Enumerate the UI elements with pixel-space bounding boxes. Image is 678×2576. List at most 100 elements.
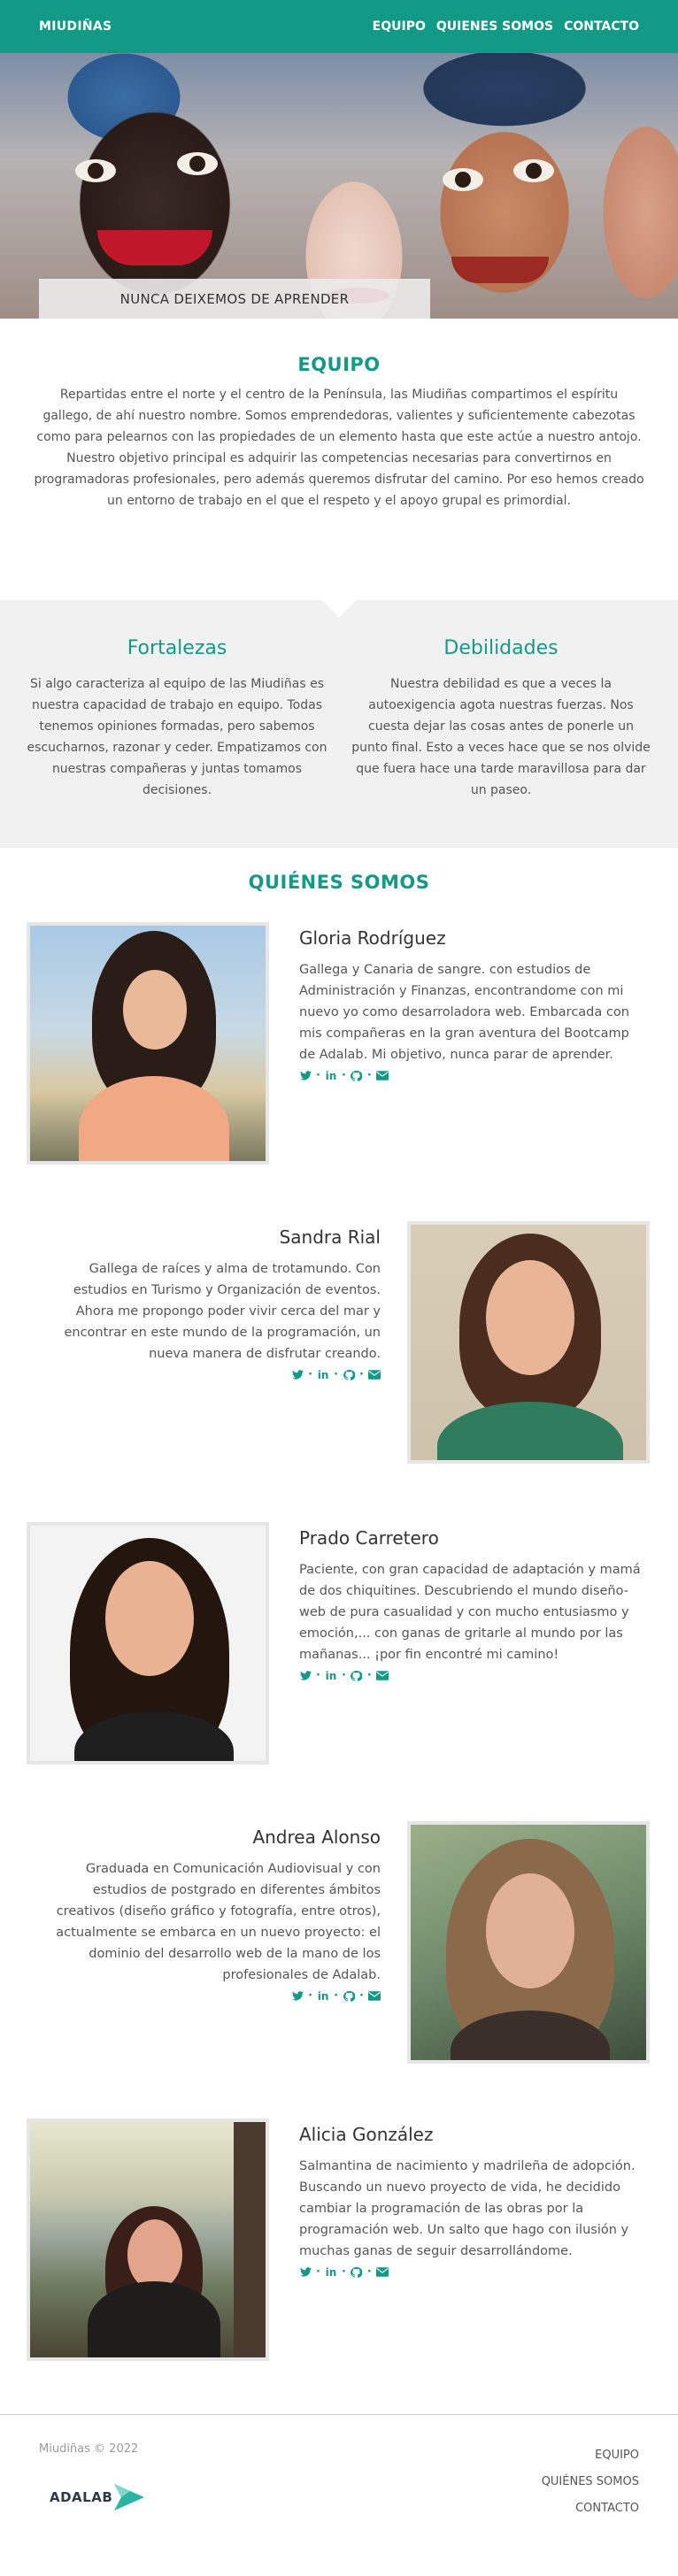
- top-navbar: MIUDIÑAS EQUIPO QUIENES SOMOS CONTACTO: [0, 0, 678, 53]
- member-info: Alicia González Salmantina de nacimiento…: [299, 2118, 641, 2279]
- member-card-gloria: Gloria Rodríguez Gallega y Canaria de sa…: [0, 922, 678, 1170]
- email-icon[interactable]: [375, 1670, 389, 1682]
- adalab-arrow-icon: [114, 2484, 145, 2511]
- separator: ·: [334, 1989, 339, 2003]
- member-info: Prado Carretero Paciente, con gran capac…: [299, 1522, 641, 1682]
- footer-link-quienes-somos[interactable]: QUIÉNES SOMOS: [542, 2469, 639, 2495]
- separator: ·: [366, 2265, 372, 2279]
- separator: ·: [308, 1989, 313, 2003]
- github-icon[interactable]: [351, 1670, 363, 1682]
- linkedin-icon[interactable]: in: [325, 1670, 337, 1682]
- twitter-icon[interactable]: [291, 1990, 304, 2003]
- member-info: Gloria Rodríguez Gallega y Canaria de sa…: [299, 922, 641, 1082]
- fortalezas-text: Si algo caracteriza al equipo de las Miu…: [27, 677, 327, 797]
- debilidades-title: Debilidades: [443, 637, 559, 659]
- main-nav: EQUIPO QUIENES SOMOS CONTACTO: [373, 19, 639, 34]
- member-photo: [407, 1221, 650, 1464]
- member-photo: [407, 1821, 650, 2064]
- separator: ·: [341, 1069, 346, 1082]
- brand-logo[interactable]: MIUDIÑAS: [39, 19, 112, 34]
- hero-mask-eye: [177, 152, 218, 175]
- github-icon[interactable]: [351, 1070, 363, 1082]
- hero-mask-eye: [75, 159, 116, 182]
- github-icon[interactable]: [351, 2266, 363, 2279]
- equipo-section: EQUIPO Repartidas entre el norte y el ce…: [0, 354, 678, 511]
- linkedin-icon[interactable]: in: [317, 1369, 329, 1381]
- separator: ·: [308, 1368, 313, 1381]
- github-icon[interactable]: [343, 1369, 355, 1381]
- github-icon[interactable]: [343, 1990, 355, 2003]
- twitter-icon[interactable]: [299, 1070, 312, 1082]
- nav-link-quienes-somos[interactable]: QUIENES SOMOS: [436, 19, 553, 34]
- nav-link-contacto[interactable]: CONTACTO: [564, 19, 639, 34]
- equipo-title: EQUIPO: [297, 354, 381, 375]
- linkedin-icon[interactable]: in: [325, 2266, 337, 2279]
- debilidades-text: Nuestra debilidad es que a veces la auto…: [351, 677, 651, 797]
- separator: ·: [359, 1368, 364, 1381]
- strengths-section: Fortalezas Si algo caracteriza al equipo…: [0, 600, 678, 848]
- email-icon[interactable]: [375, 1070, 389, 1082]
- fortalezas-title: Fortalezas: [127, 637, 227, 659]
- member-name: Alicia González: [299, 2124, 434, 2145]
- separator: ·: [316, 2265, 320, 2279]
- equipo-paragraph: Nuestro objetivo principal es adquirir l…: [34, 451, 644, 508]
- adalab-logo[interactable]: ADALAB: [50, 2484, 145, 2511]
- email-icon[interactable]: [368, 1369, 381, 1381]
- member-photo: [27, 1522, 269, 1765]
- adalab-logo-text: ADALAB: [50, 2489, 113, 2505]
- social-links: · in · ·: [299, 1069, 641, 1082]
- footer: Miudiñas © 2022 ADALAB EQUIPO QUIÉNES SO…: [0, 2414, 678, 2576]
- separator: ·: [359, 1989, 364, 2003]
- twitter-icon[interactable]: [299, 2266, 312, 2279]
- section-notch: [321, 600, 357, 618]
- member-card-prado: Prado Carretero Paciente, con gran capac…: [0, 1522, 678, 1770]
- social-links: · in · ·: [39, 1989, 381, 2003]
- hero-banner: NUNCA DEIXEMOS DE APRENDER: [0, 53, 678, 319]
- linkedin-icon[interactable]: in: [325, 1070, 337, 1082]
- member-name: Sandra Rial: [279, 1226, 381, 1248]
- member-name: Prado Carretero: [299, 1527, 439, 1549]
- member-name: Gloria Rodríguez: [299, 927, 446, 949]
- debilidades-column: Debilidades Nuestra debilidad es que a v…: [351, 637, 651, 801]
- linkedin-icon[interactable]: in: [317, 1990, 329, 2003]
- member-info: Andrea Alonso Graduada en Comunicación A…: [39, 1821, 381, 2003]
- social-links: · in · ·: [299, 2265, 641, 2279]
- hero-caption: NUNCA DEIXEMOS DE APRENDER: [39, 279, 430, 319]
- fortalezas-column: Fortalezas Si algo caracteriza al equipo…: [27, 637, 327, 801]
- member-card-alicia: Alicia González Salmantina de nacimiento…: [0, 2118, 678, 2366]
- separator: ·: [341, 1669, 346, 1682]
- equipo-paragraph: Repartidas entre el norte y el centro de…: [36, 388, 642, 444]
- footer-link-contacto[interactable]: CONTACTO: [542, 2495, 639, 2522]
- hero-mask-mouth: [97, 230, 212, 265]
- footer-link-equipo[interactable]: EQUIPO: [542, 2442, 639, 2469]
- member-card-sandra: Sandra Rial Gallega de raíces y alma de …: [0, 1221, 678, 1469]
- hero-mask-mouth: [451, 257, 549, 283]
- social-links: · in · ·: [299, 1669, 641, 1682]
- member-name: Andrea Alonso: [252, 1826, 381, 1848]
- member-bio: Salmantina de nacimiento y madrileña de …: [299, 2159, 636, 2258]
- social-links: · in · ·: [39, 1368, 381, 1381]
- member-bio: Graduada en Comunicación Audiovisual y c…: [56, 1862, 381, 1982]
- member-bio: Gallega de raíces y alma de trotamundo. …: [64, 1262, 381, 1361]
- hero-mask-eye: [513, 159, 554, 182]
- member-card-andrea: Andrea Alonso Graduada en Comunicación A…: [0, 1821, 678, 2069]
- email-icon[interactable]: [375, 2266, 389, 2279]
- separator: ·: [366, 1069, 372, 1082]
- member-photo: [27, 2118, 269, 2361]
- twitter-icon[interactable]: [299, 1670, 312, 1682]
- member-info: Sandra Rial Gallega de raíces y alma de …: [39, 1221, 381, 1381]
- nav-link-equipo[interactable]: EQUIPO: [373, 19, 426, 34]
- hero-mask-eye: [443, 168, 483, 191]
- member-bio: Paciente, con gran capacidad de adaptaci…: [299, 1563, 641, 1662]
- quienes-somos-title: QUIÉNES SOMOS: [248, 872, 430, 893]
- footer-nav: EQUIPO QUIÉNES SOMOS CONTACTO: [542, 2442, 639, 2522]
- copyright-text: Miudiñas © 2022: [39, 2442, 139, 2456]
- separator: ·: [316, 1669, 320, 1682]
- separator: ·: [316, 1069, 320, 1082]
- twitter-icon[interactable]: [291, 1369, 304, 1381]
- member-photo: [27, 922, 269, 1165]
- member-bio: Gallega y Canaria de sangre. con estudio…: [299, 963, 629, 1062]
- separator: ·: [366, 1669, 372, 1682]
- email-icon[interactable]: [368, 1990, 381, 2003]
- separator: ·: [334, 1368, 339, 1381]
